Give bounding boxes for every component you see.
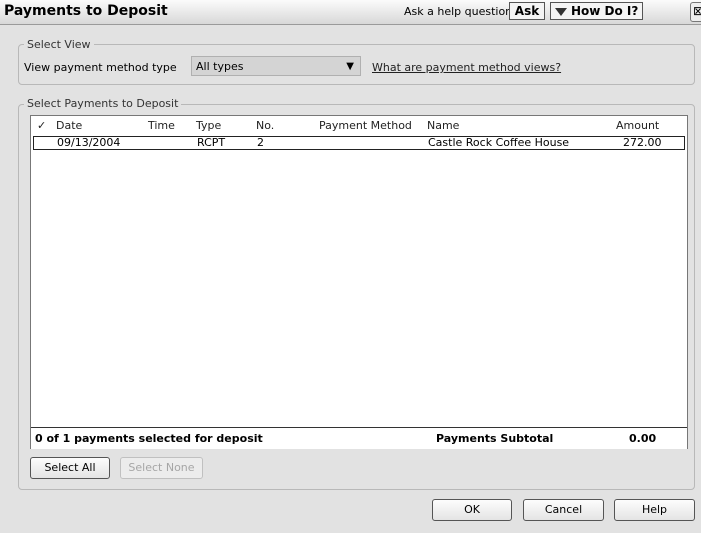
payments-subtotal-value: 0.00: [629, 432, 657, 445]
help-button[interactable]: Help: [614, 499, 695, 521]
column-header-payment-method[interactable]: Payment Method: [319, 119, 412, 132]
close-icon[interactable]: ⊠: [690, 2, 701, 22]
dropdown-triangle-icon: [555, 7, 567, 16]
row-name: Castle Rock Coffee House: [428, 136, 570, 149]
column-header-date[interactable]: Date: [56, 119, 82, 132]
payments-list[interactable]: ✓ Date Time Type No. Payment Method Name…: [30, 115, 688, 449]
row-amount: 272.00: [623, 136, 662, 149]
payment-method-type-value: All types: [196, 60, 244, 73]
help-question-label: Ask a help question: [404, 5, 513, 18]
select-payments-legend: Select Payments to Deposit: [24, 97, 182, 110]
payments-selected-count: 0 of 1 payments selected for deposit: [35, 432, 263, 445]
column-header-name[interactable]: Name: [427, 119, 459, 132]
select-none-button[interactable]: Select None: [120, 457, 203, 479]
payments-subtotal-label: Payments Subtotal: [436, 432, 554, 445]
how-do-i-button[interactable]: How Do I?: [550, 2, 643, 20]
ask-button[interactable]: Ask: [509, 2, 545, 20]
column-header-type[interactable]: Type: [196, 119, 221, 132]
cancel-button[interactable]: Cancel: [523, 499, 604, 521]
row-type: RCPT: [197, 136, 226, 149]
ok-button[interactable]: OK: [432, 499, 512, 521]
row-date: 09/13/2004: [57, 136, 121, 149]
row-number: 2: [257, 136, 264, 149]
view-payment-method-label: View payment method type: [24, 61, 177, 74]
payment-method-views-link[interactable]: What are payment method views?: [372, 61, 561, 74]
chevron-down-icon: ▼: [346, 61, 354, 72]
title-bar: Payments to Deposit Ask a help question …: [0, 0, 701, 25]
payment-method-type-dropdown[interactable]: All types ▼: [191, 56, 361, 76]
column-header-check[interactable]: ✓: [37, 119, 46, 132]
window-title: Payments to Deposit: [4, 3, 168, 19]
how-do-i-label: How Do I?: [571, 4, 639, 18]
column-header-time[interactable]: Time: [148, 119, 175, 132]
column-header-no[interactable]: No.: [256, 119, 274, 132]
column-header-amount[interactable]: Amount: [616, 119, 659, 132]
select-view-legend: Select View: [24, 38, 94, 51]
payments-footer: 0 of 1 payments selected for deposit Pay…: [31, 427, 687, 449]
select-all-button[interactable]: Select All: [30, 457, 110, 479]
table-row[interactable]: 09/13/2004 RCPT 2 Castle Rock Coffee Hou…: [33, 136, 685, 150]
